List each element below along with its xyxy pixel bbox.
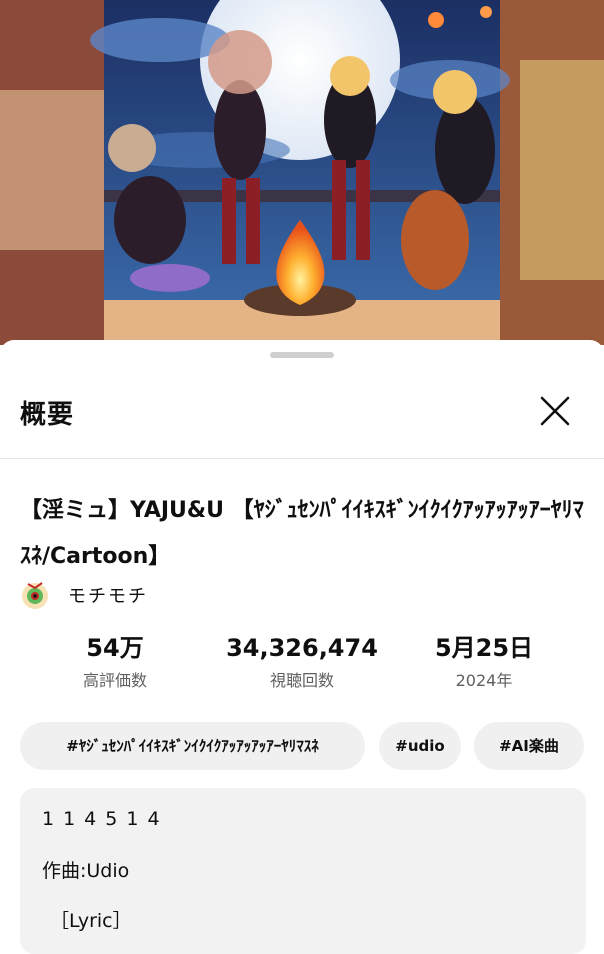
video-thumbnail xyxy=(0,0,604,345)
description-line: 114514 xyxy=(42,808,169,830)
views-label: 視聴回数 xyxy=(269,671,334,690)
views-count: 34,326,474 xyxy=(226,634,378,662)
description-line: 作曲:Udio xyxy=(42,860,130,882)
hashtag-chip[interactable]: #AI楽曲 xyxy=(474,722,584,770)
eyeball-avatar-icon[interactable] xyxy=(20,580,50,610)
sheet-header: 概要 xyxy=(0,368,604,458)
header-divider xyxy=(0,458,604,459)
likes-label: 高評価数 xyxy=(82,671,147,690)
date-stat: 5月25日 2024年 xyxy=(420,632,548,694)
close-icon xyxy=(540,396,570,426)
video-title: 【淫ミュ】YAJU&U 【ﾔｼﾞｭｾﾝﾊﾟｲｲｷｽｷﾞﾝｲｸｲｸｱｯｱｯｱｯｱｰ… xyxy=(20,498,584,569)
publish-date: 5月25日 xyxy=(434,634,534,662)
publish-year: 2024年 xyxy=(455,671,513,690)
hashtag-chip[interactable]: #ﾔｼﾞｭｾﾝﾊﾟｲｲｷｽｷﾞﾝｲｸｲｸｱｯｱｯｱｯｱｰﾔﾘﾏｽﾈ xyxy=(20,722,365,770)
views-stat: 34,326,474 視聴回数 xyxy=(210,632,394,694)
description-line: ［Lyric］ xyxy=(50,910,132,932)
channel-name[interactable]: モチモチ xyxy=(68,582,148,608)
close-button[interactable] xyxy=(532,388,578,434)
video-player[interactable] xyxy=(0,0,604,345)
stats-row: 54万 高評価数 34,326,474 視聴回数 5月25日 2024年 xyxy=(0,632,604,702)
sheet-title: 概要 xyxy=(20,400,75,430)
hashtag-chip[interactable]: #udio xyxy=(379,722,461,770)
description-sheet: 概要 【淫ミュ】YAJU&U 【ﾔｼﾞｭｾﾝﾊﾟｲｲｷｽｷﾞﾝｲｸｲｸｱｯｱｯｱ… xyxy=(0,340,604,954)
description-box[interactable]: 114514 作曲:Udio ［Lyric］ xyxy=(20,788,586,954)
likes-stat: 54万 高評価数 xyxy=(60,632,170,694)
likes-count: 54万 xyxy=(86,634,144,662)
drag-handle[interactable] xyxy=(270,352,334,358)
channel-row[interactable]: モチモチ xyxy=(20,578,148,612)
